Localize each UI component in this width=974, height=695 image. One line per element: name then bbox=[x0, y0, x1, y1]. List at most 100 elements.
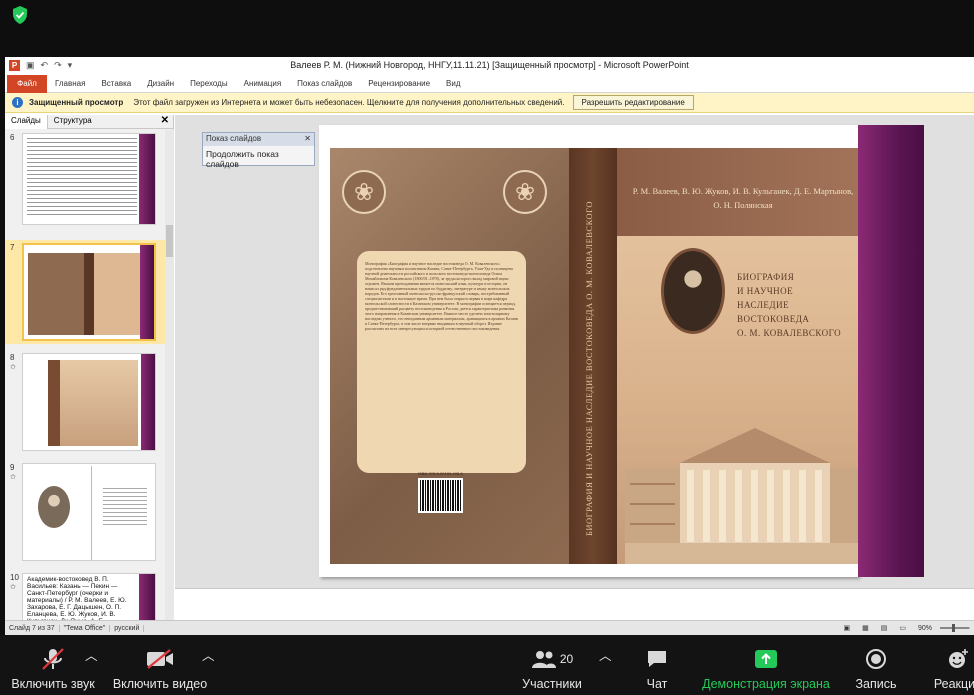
tab-transitions[interactable]: Переходы bbox=[182, 75, 236, 93]
pane-tabs: Слайды Структура ✕ bbox=[5, 115, 173, 129]
window-title: Валеев Р. М. (Нижний Новгород, ННГУ,11.1… bbox=[290, 60, 689, 70]
notes-pane[interactable] bbox=[175, 588, 974, 620]
tab-outline[interactable]: Структура bbox=[48, 115, 98, 129]
encryption-shield-icon[interactable] bbox=[10, 5, 30, 25]
audio-options-caret-icon[interactable]: ︿ bbox=[85, 645, 98, 664]
chat-label: Чат bbox=[646, 677, 668, 691]
thumbnail-slide-8[interactable]: 8 ✩ bbox=[5, 350, 165, 454]
tab-animations[interactable]: Анимация bbox=[236, 75, 290, 93]
thumbnail-scrollbar[interactable] bbox=[165, 130, 174, 620]
ribbon-tabs: Файл Главная Вставка Дизайн Переходы Ани… bbox=[5, 74, 974, 93]
microphone-muted-icon bbox=[42, 648, 64, 670]
status-bar: Слайд 7 из 37 "Тема Office" русский ▣ ▦ … bbox=[5, 620, 974, 635]
zoom-slider[interactable] bbox=[940, 624, 970, 632]
tab-file[interactable]: Файл bbox=[7, 74, 47, 93]
chat-button[interactable]: Чат bbox=[635, 645, 679, 691]
tab-design[interactable]: Дизайн bbox=[139, 75, 182, 93]
animation-star-icon: ✩ bbox=[10, 474, 16, 481]
animation-star-icon: ✩ bbox=[10, 584, 16, 591]
share-screen-label: Демонстрация экрана bbox=[702, 677, 830, 691]
book-authors: Р. М. Валеев, В. Ю. Жуков, И. В. Кульган… bbox=[632, 186, 854, 210]
thumbnail-image bbox=[22, 133, 156, 225]
video-options-caret-icon[interactable]: ︿ bbox=[202, 645, 215, 664]
slideshow-view-icon[interactable]: ▭ bbox=[895, 624, 910, 632]
slideshow-panel-title: Показ слайдов bbox=[206, 134, 262, 143]
book-cover: Монография «Биография и научное наследие… bbox=[330, 148, 858, 564]
protected-view-title: Защищенный просмотр bbox=[29, 98, 124, 107]
thumbnail-image bbox=[22, 463, 156, 561]
title-bar: P ▣ ↶ ↷ ▾ Валеев Р. М. (Нижний Новгород,… bbox=[5, 57, 974, 75]
reactions-button[interactable]: Реакции bbox=[928, 645, 974, 691]
reactions-icon bbox=[949, 649, 968, 668]
record-button[interactable]: Запись bbox=[850, 645, 902, 691]
protected-view-bar: i Защищенный просмотр Этот файл загружен… bbox=[5, 93, 974, 113]
powerpoint-window: P ▣ ↶ ↷ ▾ Валеев Р. М. (Нижний Новгород,… bbox=[5, 57, 974, 635]
share-screen-icon bbox=[755, 650, 777, 668]
current-slide[interactable]: Монография «Биография и научное наследие… bbox=[319, 125, 858, 577]
reading-view-icon[interactable]: ▤ bbox=[877, 624, 892, 632]
participants-count: 20 bbox=[559, 652, 574, 666]
slideshow-panel-close-icon[interactable]: ✕ bbox=[304, 134, 311, 145]
thumbnail-image bbox=[22, 353, 156, 451]
start-video-button[interactable]: Включить видео bbox=[112, 645, 208, 691]
zoom-controls: ▣ ▦ ▤ ▭ 90% bbox=[835, 624, 974, 632]
animation-star-icon: ✩ bbox=[10, 364, 16, 371]
back-cover-text: Монография «Биография и научное наследие… bbox=[357, 251, 526, 473]
slide-counter: Слайд 7 из 37 bbox=[5, 624, 60, 632]
thumbnail-caption: Академик-востоковед В. П. Васильев: Каза… bbox=[27, 576, 127, 620]
enable-editing-button[interactable]: Разрешить редактирование bbox=[572, 95, 694, 110]
thumbnail-slide-6[interactable]: 6 bbox=[5, 130, 165, 235]
zoom-meeting-screen: P ▣ ↶ ↷ ▾ Валеев Р. М. (Нижний Новгород,… bbox=[0, 0, 974, 695]
start-video-label: Включить видео bbox=[112, 677, 208, 691]
sorter-view-icon[interactable]: ▦ bbox=[858, 624, 873, 632]
protected-view-message[interactable]: Этот файл загружен из Интернета и может … bbox=[133, 98, 564, 107]
thumbnail-image: Академик-востоковед В. П. Васильев: Каза… bbox=[22, 573, 156, 620]
tab-slides[interactable]: Слайды bbox=[5, 115, 48, 129]
tab-insert[interactable]: Вставка bbox=[93, 75, 139, 93]
thumbnail-number: 8 bbox=[10, 353, 15, 362]
emblem-icon bbox=[342, 170, 386, 214]
slide-accent-strip bbox=[858, 125, 924, 577]
thumbnail-number: 7 bbox=[10, 243, 15, 252]
thumbnail-number: 10 bbox=[10, 573, 19, 582]
slides-pane: Слайды Структура ✕ 6 7 8 ✩ 9 ✩ 10 ✩ Акад… bbox=[5, 115, 174, 620]
thumbnail-number: 9 bbox=[10, 463, 15, 472]
participants-icon bbox=[531, 651, 556, 668]
participants-label: Участники bbox=[522, 677, 582, 691]
zoom-level[interactable]: 90% bbox=[914, 625, 936, 632]
isbn-label: ISBN 978-5-00130-493-6 bbox=[418, 471, 463, 476]
reactions-label: Реакции bbox=[933, 677, 974, 691]
tab-review[interactable]: Рецензирование bbox=[360, 75, 438, 93]
thumbnail-number: 6 bbox=[10, 133, 15, 142]
tab-view[interactable]: Вид bbox=[438, 75, 468, 93]
thumbnail-list: 6 7 8 ✩ 9 ✩ 10 ✩ Академик-востоковед В. … bbox=[5, 130, 165, 620]
book-title: БИОГРАФИЯ И НАУЧНОЕ НАСЛЕДИЕ ВОСТОКОВЕДА… bbox=[737, 272, 842, 338]
normal-view-icon[interactable]: ▣ bbox=[839, 624, 854, 632]
thumbnail-slide-7[interactable]: 7 bbox=[5, 240, 165, 344]
tab-home[interactable]: Главная bbox=[47, 75, 93, 93]
portrait-image bbox=[661, 248, 725, 334]
info-icon: i bbox=[12, 97, 23, 108]
thumbnail-slide-10[interactable]: 10 ✩ Академик-востоковед В. П. Васильев:… bbox=[5, 570, 165, 620]
unmute-label: Включить звук bbox=[11, 677, 95, 691]
thumbnail-slide-9[interactable]: 9 ✩ bbox=[5, 460, 165, 564]
language[interactable]: русский bbox=[110, 624, 145, 632]
video-off-icon bbox=[147, 649, 173, 669]
participants-caret-icon[interactable]: ︿ bbox=[599, 645, 612, 664]
record-icon bbox=[866, 649, 886, 669]
resume-slideshow-link[interactable]: Продолжить показ слайдов bbox=[203, 146, 314, 172]
participants-button[interactable]: 20 Участники bbox=[520, 645, 584, 691]
share-screen-button[interactable]: Демонстрация экрана bbox=[700, 645, 832, 691]
emblem-icon bbox=[503, 170, 547, 214]
thumbnail-image bbox=[22, 243, 156, 341]
zoom-toolbar: Включить звук ︿ Включить видео ︿ 20 Учас… bbox=[0, 635, 974, 695]
spine-title: БИОГРАФИЯ И НАУЧНОЕ НАСЛЕДИЕ ВОСТОКОВЕДА… bbox=[584, 200, 594, 536]
tab-slideshow[interactable]: Показ слайдов bbox=[289, 75, 360, 93]
barcode-icon bbox=[418, 478, 463, 513]
chat-icon bbox=[648, 651, 666, 667]
theme-name: "Тема Office" bbox=[60, 624, 111, 632]
slideshow-panel: Показ слайдов ✕ Продолжить показ слайдов bbox=[202, 132, 315, 169]
record-label: Запись bbox=[855, 677, 897, 691]
pane-close-icon[interactable]: ✕ bbox=[161, 115, 169, 128]
university-building-image bbox=[625, 428, 858, 564]
